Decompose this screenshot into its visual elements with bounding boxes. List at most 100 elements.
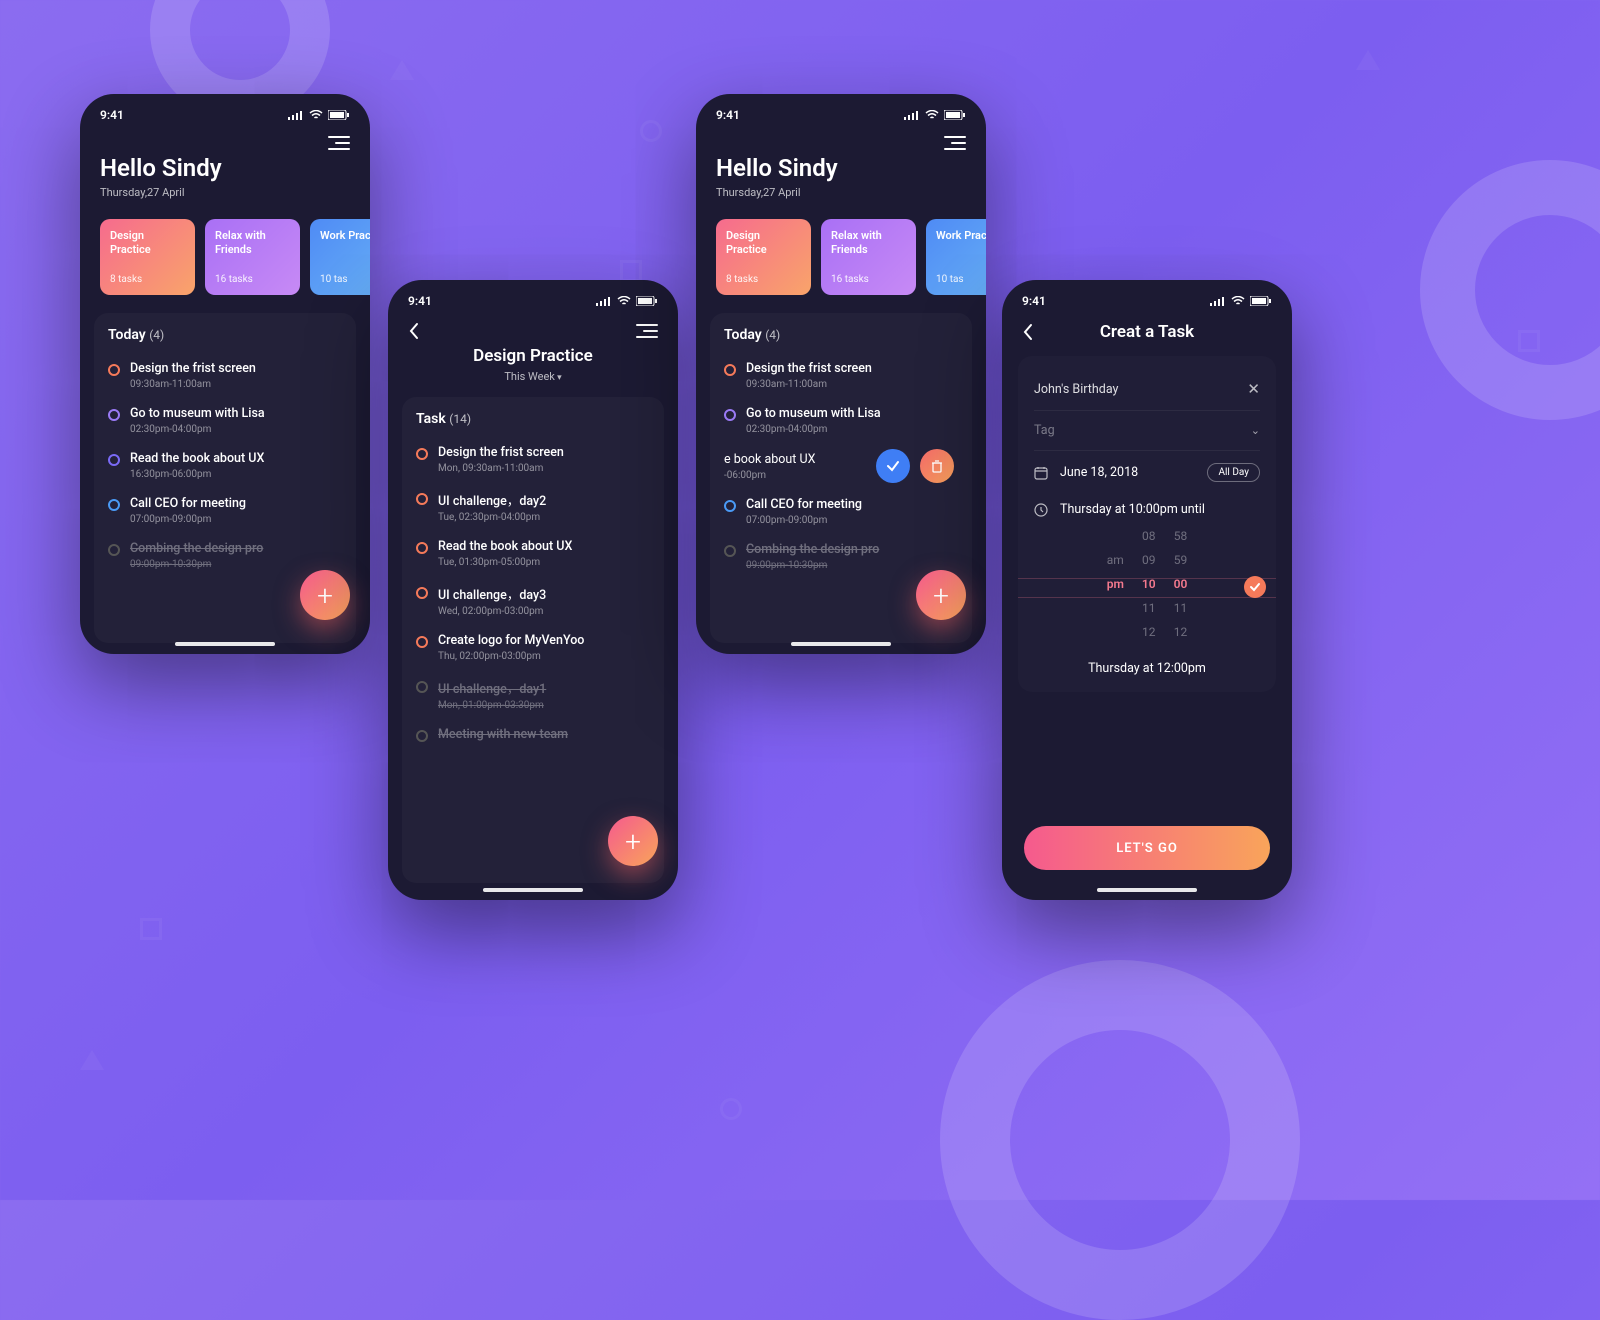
- category-cards[interactable]: Design Practice 8 tasks Relax with Friend…: [696, 201, 986, 313]
- category-title: Work Pract: [320, 229, 370, 243]
- task-row[interactable]: Meeting with new team: [416, 719, 650, 753]
- category-card[interactable]: Work Pract 10 tas: [926, 219, 986, 295]
- task-row[interactable]: Go to museum with Lisa02:30pm-04:00pm: [724, 398, 958, 443]
- task-row[interactable]: Design the frist screenMon, 09:30am-11:0…: [416, 437, 650, 482]
- allday-toggle[interactable]: All Day: [1207, 463, 1260, 482]
- category-title: Relax with Friends: [831, 229, 906, 257]
- tag-dropdown[interactable]: Tag ⌄: [1034, 413, 1260, 448]
- menu-icon[interactable]: [636, 324, 658, 338]
- task-row[interactable]: Go to museum with Lisa 02:30pm-04:00pm: [108, 398, 342, 443]
- category-count: 10 tas: [320, 274, 370, 285]
- menu-icon[interactable]: [944, 136, 966, 150]
- greeting-title: Hello Sindy: [716, 154, 966, 182]
- task-status-icon: [108, 499, 120, 511]
- back-button[interactable]: [1022, 323, 1034, 341]
- task-time: 09:00pm-10:30pm: [130, 559, 263, 570]
- task-row-swiped[interactable]: e book about UX-06:00pm: [724, 443, 958, 489]
- clock-icon: [1034, 503, 1050, 517]
- task-time: 09:30am-11:00am: [746, 379, 872, 390]
- task-status-icon: [416, 681, 428, 693]
- task-row[interactable]: UI challenge，day1Mon, 01:00pm-03:30pm: [416, 670, 650, 719]
- screen-home: 9:41 Hello Sindy Thursday,27 April Desig…: [80, 94, 370, 654]
- calendar-icon: [1034, 466, 1050, 480]
- submit-label: LET'S GO: [1116, 841, 1178, 856]
- complete-button[interactable]: [876, 449, 910, 483]
- task-name: Combing the design pro: [130, 541, 263, 556]
- time-picker[interactable]: ampm 0809101112 5859001112: [1034, 519, 1260, 655]
- task-name: Call CEO for meeting: [130, 496, 246, 511]
- category-cards[interactable]: Design Practice8 tasks Relax with Friend…: [80, 201, 370, 313]
- date-value: June 18, 2018: [1060, 465, 1138, 480]
- add-task-button[interactable]: +: [916, 570, 966, 620]
- task-time: 02:30pm-04:00pm: [130, 424, 265, 435]
- page-title: Creat a Task: [1034, 322, 1260, 342]
- status-bar: 9:41: [1002, 280, 1292, 316]
- home-indicator: [175, 642, 275, 646]
- greeting-date: Thursday,27 April: [716, 186, 966, 199]
- status-time: 9:41: [716, 108, 740, 122]
- task-list-title: Task: [416, 411, 446, 427]
- status-time: 9:41: [408, 294, 432, 308]
- status-time: 9:41: [100, 108, 124, 122]
- status-bar: 9:41: [388, 280, 678, 316]
- category-count: 8 tasks: [726, 274, 801, 285]
- task-name: Design the frist screen: [130, 361, 256, 376]
- task-row[interactable]: Create logo for MyVenYooThu, 02:00pm-03:…: [416, 625, 650, 670]
- task-time: Tue, 01:30pm-05:00pm: [438, 557, 572, 568]
- category-card[interactable]: Design Practice 8 tasks: [716, 219, 811, 295]
- today-title: Today: [724, 327, 762, 343]
- task-name-input[interactable]: John's Birthday ✕: [1034, 370, 1260, 408]
- clear-icon[interactable]: ✕: [1247, 380, 1260, 398]
- task-row[interactable]: Combing the design pro 09:00pm-10:30pm: [108, 533, 342, 578]
- category-card[interactable]: Design Practice8 tasks: [100, 219, 195, 295]
- task-time: 07:00pm-09:00pm: [130, 514, 246, 525]
- task-name: UI challenge，day3: [438, 584, 546, 603]
- menu-icon[interactable]: [328, 136, 350, 150]
- task-name: Go to museum with Lisa: [746, 406, 881, 421]
- task-list-count: (14): [449, 412, 471, 426]
- delete-button[interactable]: [920, 449, 954, 483]
- time-result: Thursday at 12:00pm: [1034, 655, 1260, 678]
- task-row[interactable]: Read the book about UX16:30pm-06:00pm: [108, 443, 342, 488]
- signal-icon: [1210, 296, 1226, 306]
- filter-dropdown[interactable]: This Week: [388, 370, 678, 383]
- add-task-button[interactable]: +: [300, 570, 350, 620]
- task-name: Meeting with new team: [438, 727, 568, 742]
- category-card[interactable]: Relax with Friends16 tasks: [205, 219, 300, 295]
- add-task-button[interactable]: +: [608, 816, 658, 866]
- task-status-icon: [416, 448, 428, 460]
- home-indicator: [483, 888, 583, 892]
- category-card[interactable]: Relax with Friends16 tasks: [821, 219, 916, 295]
- category-card[interactable]: Work Pract 10 tas: [310, 219, 370, 295]
- task-row[interactable]: Read the book about UX Tue, 01:30pm-05:00…: [416, 531, 650, 576]
- confirm-time-button[interactable]: [1244, 576, 1266, 598]
- date-row[interactable]: June 18, 2018 All Day: [1034, 453, 1260, 492]
- task-row[interactable]: Call CEO for meeting 07:00pm-09:00pm: [108, 488, 342, 533]
- task-status-icon: [416, 542, 428, 554]
- home-indicator: [1097, 888, 1197, 892]
- task-row[interactable]: UI challenge，day3Wed, 02:00pm-03:00pm: [416, 576, 650, 625]
- time-row[interactable]: Thursday at 10:00pm until: [1034, 492, 1260, 519]
- picker-highlight: [1018, 578, 1276, 598]
- status-bar: 9:41: [696, 94, 986, 130]
- category-title: Design Practice: [726, 229, 801, 257]
- signal-icon: [288, 110, 304, 120]
- task-row[interactable]: Design the frist screen09:30am-11:00am: [724, 353, 958, 398]
- task-row[interactable]: Call CEO for meeting07:00pm-09:00pm: [724, 489, 958, 534]
- task-name: Go to museum with Lisa: [130, 406, 265, 421]
- task-time: 16:30pm-06:00pm: [130, 469, 264, 480]
- task-row[interactable]: Combing the design pro09:00pm-10:30pm: [724, 534, 958, 579]
- task-row[interactable]: Design the frist screen09:30am-11:00am: [108, 353, 342, 398]
- task-status-icon: [724, 500, 736, 512]
- back-button[interactable]: [408, 322, 420, 340]
- battery-icon: [1250, 296, 1272, 306]
- category-title: Relax with Friends: [215, 229, 290, 257]
- task-name: Read the book about UX: [438, 539, 572, 554]
- tag-label: Tag: [1034, 423, 1055, 438]
- submit-button[interactable]: LET'S GO: [1024, 826, 1270, 870]
- task-row[interactable]: UI challenge，day2Tue, 02:30pm-04:00pm: [416, 482, 650, 531]
- create-form: John's Birthday ✕ Tag ⌄ June 18, 2018 Al…: [1018, 356, 1276, 692]
- category-count: 10 tas: [936, 274, 986, 285]
- trash-icon: [930, 459, 944, 473]
- category-title: Work Pract: [936, 229, 986, 243]
